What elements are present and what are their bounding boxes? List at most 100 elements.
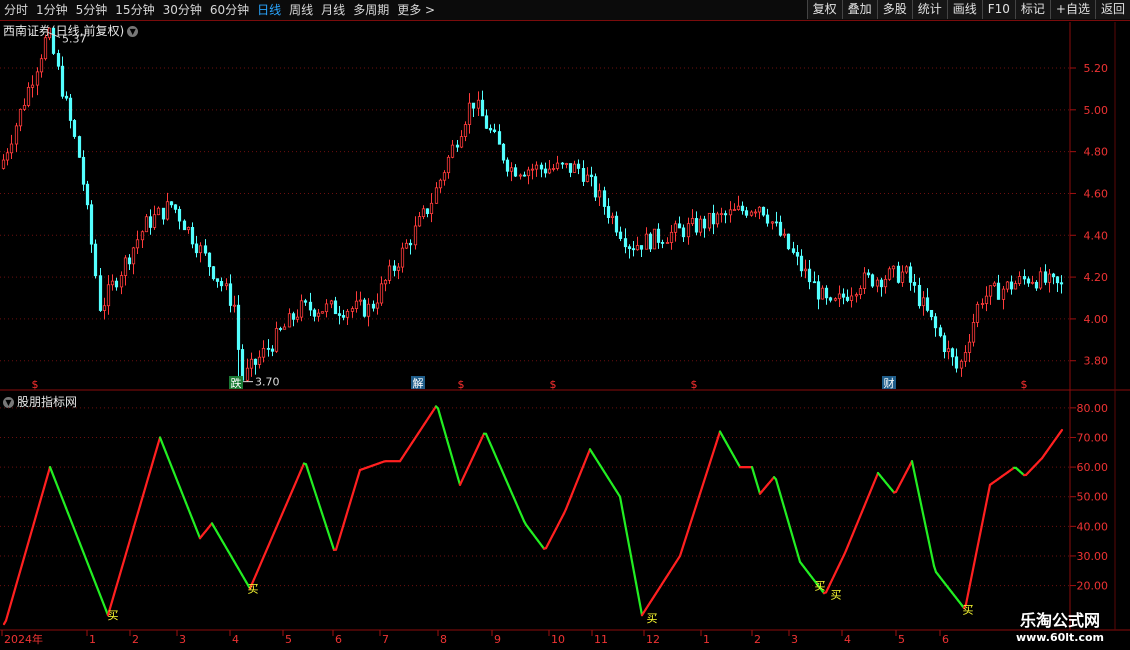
indicator-segment — [1058, 428, 1064, 434]
indicator-segment — [724, 441, 730, 447]
stock-title: 西南证券(日线,前复权) — [3, 24, 125, 38]
candle-body — [761, 206, 766, 216]
candle-body — [14, 125, 19, 145]
candle-body — [257, 356, 262, 365]
candle-body — [459, 136, 464, 148]
candle-body — [408, 242, 413, 246]
indicator-segment — [404, 447, 410, 454]
chevron-down-icon[interactable]: ▼ — [127, 26, 139, 37]
chart-area[interactable]: 5.20 5.00 4.80 4.60 4.40 4.20 4.00 3.80 80.00 70.… — [0, 0, 1130, 650]
candle-body — [812, 281, 817, 284]
indicator-segment — [550, 531, 556, 538]
candle-body — [240, 349, 245, 381]
low-label: 3.70 — [255, 376, 280, 389]
candle-body — [291, 313, 296, 320]
candle-body — [228, 283, 233, 306]
indicator-segment — [796, 553, 802, 563]
indicator-segment — [170, 466, 176, 474]
candle-body — [631, 248, 636, 251]
indicator-segment — [266, 541, 272, 548]
indicator-segment — [760, 487, 766, 493]
indicator-segment — [980, 513, 986, 526]
indicator-segment — [472, 449, 478, 457]
candle-body — [224, 283, 229, 287]
candle-body — [152, 214, 157, 228]
indicator-segment — [48, 465, 54, 474]
event-marker-bg — [229, 376, 243, 389]
x-axis-label-11: 11 — [594, 633, 608, 646]
indicator-segment — [448, 448, 454, 459]
indicator-segment — [698, 486, 704, 495]
indicator-segment — [34, 507, 40, 518]
indicator-segment — [418, 426, 424, 432]
x-axis-label-15: 3 — [791, 633, 798, 646]
toolbar-button-0[interactable]: 复权 — [806, 0, 842, 19]
indicator-segment — [728, 448, 734, 454]
candle-body — [1051, 273, 1056, 278]
indicator-segment — [284, 499, 290, 507]
indicator-segment — [112, 586, 118, 596]
indicator-segment — [580, 463, 586, 471]
indicator-segment — [122, 552, 128, 562]
candle-body — [547, 168, 552, 174]
indicator-segment — [134, 511, 140, 521]
period-tab-1[interactable]: 1分钟 — [32, 0, 72, 20]
indicator-segment — [900, 475, 906, 482]
candle-body — [774, 221, 779, 224]
period-tab-10[interactable]: 更多 > — [393, 0, 439, 20]
buy-signal-1: 买 — [248, 583, 259, 596]
indicator-segment — [990, 480, 996, 485]
indicator-segment — [138, 497, 144, 507]
indicator-segment — [460, 475, 466, 482]
period-tab-4[interactable]: 30分钟 — [159, 0, 206, 20]
period-tab-0[interactable]: 分时 — [0, 0, 32, 20]
toolbar-button-3[interactable]: 统计 — [911, 0, 947, 19]
indicator-segment — [490, 446, 496, 454]
indicator-segment — [476, 441, 482, 448]
indicator-segment — [454, 469, 460, 480]
toolbar-button-2[interactable]: 多股 — [876, 0, 912, 19]
indicator-segment — [218, 535, 224, 542]
indicator-segment — [1042, 451, 1048, 457]
price-tick-label-1: 5.00 — [1084, 104, 1109, 117]
period-tab-8[interactable]: 月线 — [317, 0, 349, 20]
toolbar-button-1[interactable]: 叠加 — [841, 0, 877, 19]
indicator-segment — [224, 546, 230, 552]
indicator-segment — [24, 542, 30, 552]
indicator-segment — [338, 528, 344, 538]
indicator-segment — [678, 548, 684, 558]
price-tick-label-0: 5.20 — [1084, 62, 1109, 75]
indicator-segment — [212, 525, 218, 532]
toolbar-button-8[interactable]: 返回 — [1094, 0, 1130, 19]
candle-body — [522, 174, 527, 177]
toolbar-button-7[interactable]: +自选 — [1049, 0, 1095, 19]
indicator-segment — [714, 436, 720, 446]
indicator-segment — [646, 601, 652, 607]
toolbar-button-5[interactable]: F10 — [981, 0, 1015, 19]
indicator-segment — [558, 516, 564, 523]
indicator-segment — [1000, 473, 1006, 478]
indicator-segment — [752, 472, 758, 482]
period-tab-3[interactable]: 15分钟 — [111, 0, 158, 20]
period-tab-2[interactable]: 5分钟 — [72, 0, 112, 20]
candle-body — [56, 53, 61, 67]
candle-body — [820, 287, 825, 300]
period-tab-6[interactable]: 日线 — [253, 0, 285, 20]
indicator-segment — [276, 517, 282, 525]
indicator-segment — [422, 420, 428, 426]
toolbar-button-4[interactable]: 画线 — [946, 0, 982, 19]
candle-body — [497, 131, 502, 145]
toolbar-button-6[interactable]: 标记 — [1014, 0, 1050, 19]
period-tab-5[interactable]: 60分钟 — [206, 0, 253, 20]
indicator-segment — [1050, 440, 1056, 446]
candle-body — [950, 348, 955, 358]
indicator-segment — [204, 527, 210, 532]
candle-body — [530, 168, 535, 171]
period-tab-7[interactable]: 周线 — [285, 0, 317, 20]
candle-body — [677, 223, 682, 229]
indicator-segment — [854, 520, 860, 528]
chevron-down-icon[interactable]: ▼ — [3, 397, 14, 408]
period-tab-9[interactable]: 多周期 — [349, 0, 393, 20]
indicator-segment — [90, 573, 96, 581]
indicator-segment — [618, 495, 624, 509]
